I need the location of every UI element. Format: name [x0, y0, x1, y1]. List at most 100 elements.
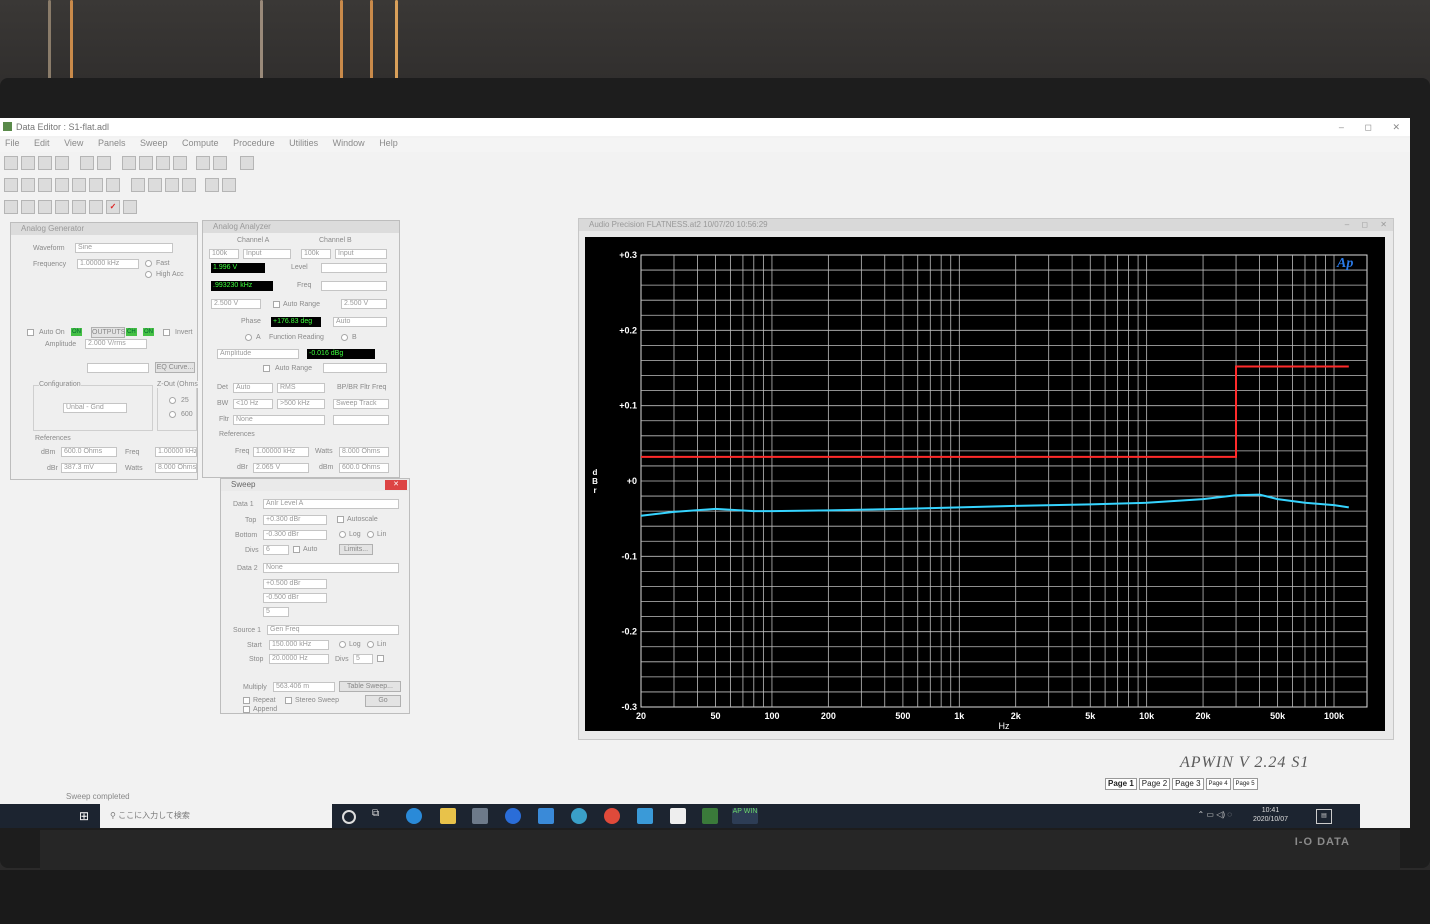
range-a-select[interactable]: 100k: [209, 249, 239, 259]
menu-sweep[interactable]: Sweep: [140, 138, 168, 148]
limits-button[interactable]: Limits...: [339, 544, 373, 555]
minimize-button[interactable]: –: [1339, 122, 1344, 132]
tool-b-icon[interactable]: [21, 200, 35, 214]
zout-25-radio[interactable]: [169, 397, 176, 404]
function-b-radio[interactable]: [341, 334, 348, 341]
new-file-icon[interactable]: [4, 156, 18, 170]
range-b-select[interactable]: 100k: [301, 249, 331, 259]
utility-app-icon[interactable]: [702, 808, 718, 824]
tab-page-5[interactable]: Page 5: [1232, 778, 1258, 790]
ref-dbr-input[interactable]: 2.065 V: [253, 463, 309, 473]
tool-e-icon[interactable]: [72, 200, 86, 214]
tool-a-icon[interactable]: [4, 200, 18, 214]
store-icon[interactable]: [472, 808, 488, 824]
divs-input[interactable]: 6: [263, 545, 289, 555]
windows-start-icon[interactable]: ⊞: [70, 804, 98, 828]
ref-dbm-input[interactable]: 600.0 Ohms: [339, 463, 389, 473]
tool-f-icon[interactable]: [89, 200, 103, 214]
divs2-input[interactable]: 5: [263, 607, 289, 617]
app-swirl-icon[interactable]: [571, 808, 587, 824]
edge-icon[interactable]: [406, 808, 422, 824]
open-file-icon[interactable]: [21, 156, 35, 170]
table-sweep-button[interactable]: Table Sweep...: [339, 681, 401, 692]
input-b-select[interactable]: Input: [335, 249, 387, 259]
apwin-taskbar-icon[interactable]: AP WIN: [732, 808, 758, 824]
panel-icon[interactable]: [196, 156, 210, 170]
dsp-icon[interactable]: [89, 178, 103, 192]
log-radio[interactable]: [339, 531, 346, 538]
paste-icon[interactable]: [156, 156, 170, 170]
function-range-field[interactable]: [323, 363, 387, 373]
task-view-icon[interactable]: ⧉: [372, 808, 388, 824]
internet-explorer-icon[interactable]: [505, 808, 521, 824]
menu-file[interactable]: File: [5, 138, 20, 148]
fltr-freq-field[interactable]: [333, 415, 389, 425]
source1-select[interactable]: Gen Freq: [267, 625, 399, 635]
meter-icon[interactable]: [38, 178, 52, 192]
bw-high-select[interactable]: >500 kHz: [277, 399, 325, 409]
file-explorer-icon[interactable]: [440, 808, 456, 824]
function-auto-range-checkbox[interactable]: [263, 365, 270, 372]
notification-center-icon[interactable]: ▤: [1316, 809, 1332, 824]
stereo-sweep-checkbox[interactable]: [285, 697, 292, 704]
cortana-icon[interactable]: [342, 810, 356, 824]
menu-compute[interactable]: Compute: [182, 138, 219, 148]
maximize-button[interactable]: ◻: [1364, 122, 1371, 132]
bottom-input[interactable]: -0.300 dBr: [263, 530, 327, 540]
tab-page-4[interactable]: Page 4: [1205, 778, 1231, 790]
sweep-start-icon[interactable]: [148, 178, 162, 192]
menu-view[interactable]: View: [64, 138, 83, 148]
configuration-select[interactable]: Unbal - Gnd: [63, 403, 127, 413]
grid-icon[interactable]: [240, 156, 254, 170]
top-input[interactable]: +0.300 dBr: [263, 515, 327, 525]
fast-radio[interactable]: [145, 260, 152, 267]
tab-page-2[interactable]: Page 2: [1138, 778, 1171, 790]
tool-g-icon[interactable]: [123, 200, 137, 214]
sweep-icon[interactable]: [72, 178, 86, 192]
det-select[interactable]: Auto: [233, 383, 273, 393]
clipboard-icon[interactable]: [173, 156, 187, 170]
outputs-button[interactable]: OUTPUTS: [91, 327, 125, 338]
stop-input[interactable]: 20.0000 Hz: [269, 654, 329, 664]
input-a-select[interactable]: Input: [243, 249, 291, 259]
ref-freq-input[interactable]: 1.00000 kHz: [253, 447, 309, 457]
source-lin-radio[interactable]: [367, 641, 374, 648]
gen-dbm-input[interactable]: 600.0 Ohms: [61, 447, 117, 457]
steps-auto-checkbox[interactable]: [377, 655, 384, 662]
menu-utilities[interactable]: Utilities: [289, 138, 318, 148]
multiply-input[interactable]: 563.406 m: [273, 682, 335, 692]
bottom2-input[interactable]: -0.500 dBr: [263, 593, 327, 603]
generator-icon[interactable]: [4, 178, 18, 192]
sweep-close-icon[interactable]: ✕: [385, 480, 407, 490]
menu-procedure[interactable]: Procedure: [233, 138, 275, 148]
gen-dbr-input[interactable]: 387.3 mV: [61, 463, 117, 473]
det-type-select[interactable]: RMS: [277, 383, 325, 393]
source-log-radio[interactable]: [339, 641, 346, 648]
menu-edit[interactable]: Edit: [34, 138, 50, 148]
spectrum-icon[interactable]: [205, 178, 219, 192]
range-a-value[interactable]: 2.500 V: [211, 299, 261, 309]
chrome-icon[interactable]: [604, 808, 620, 824]
level-b-field[interactable]: [321, 263, 387, 273]
tool-d-icon[interactable]: [55, 200, 69, 214]
filter-icon[interactable]: [55, 178, 69, 192]
close-button[interactable]: ✕: [1392, 122, 1400, 132]
settings-icon[interactable]: [222, 178, 236, 192]
function-a-radio[interactable]: [245, 334, 252, 341]
taskbar-search-box[interactable]: ⚲ ここに入力して検索: [100, 804, 332, 828]
lin-radio[interactable]: [367, 531, 374, 538]
graph-maximize-button[interactable]: ◻: [1361, 220, 1368, 229]
phase-mode-select[interactable]: Auto: [333, 317, 387, 327]
zout-600-radio[interactable]: [169, 411, 176, 418]
plot-icon[interactable]: [131, 178, 145, 192]
tab-page-1[interactable]: Page 1: [1105, 778, 1137, 790]
start-input[interactable]: 150.000 kHz: [269, 640, 329, 650]
range-b-value[interactable]: 2.500 V: [341, 299, 387, 309]
monitor-app-icon[interactable]: [637, 808, 653, 824]
menu-help[interactable]: Help: [379, 138, 398, 148]
tab-page-3[interactable]: Page 3: [1172, 778, 1204, 790]
data2-select[interactable]: None: [263, 563, 399, 573]
amplitude-input[interactable]: 2.000 V/rms: [85, 339, 147, 349]
unlabeled-select[interactable]: [87, 363, 149, 373]
save-all-icon[interactable]: [55, 156, 69, 170]
